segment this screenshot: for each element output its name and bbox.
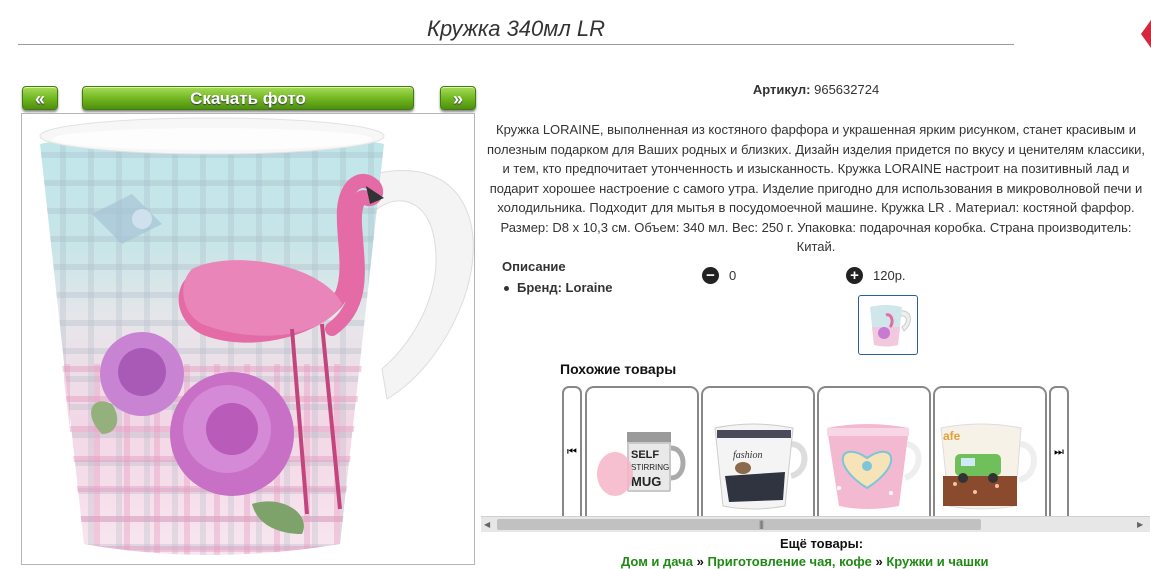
similar-item[interactable] bbox=[817, 386, 931, 516]
bullet-icon bbox=[504, 286, 509, 292]
svg-text:STIRRING: STIRRING bbox=[631, 463, 669, 472]
breadcrumb-mugs-cups[interactable]: Кружки и чашки bbox=[886, 554, 988, 569]
breadcrumb-separator: » bbox=[875, 554, 883, 569]
svg-text:SELF: SELF bbox=[631, 449, 659, 461]
next-photo-button[interactable]: » bbox=[440, 86, 476, 110]
specs-heading: Описание bbox=[502, 259, 566, 274]
grip-icon: ||| bbox=[759, 519, 764, 529]
product-description: Кружка LORAINE, выполненная из костяного… bbox=[486, 122, 1145, 254]
svg-text:fashion: fashion bbox=[733, 450, 762, 461]
heart-mug-image bbox=[827, 424, 922, 509]
download-photo-button[interactable]: Скачать фото bbox=[82, 86, 414, 110]
minus-value: 0 bbox=[729, 268, 737, 283]
corner-ribbon-icon[interactable] bbox=[1141, 20, 1151, 48]
plus-circle-icon[interactable]: + bbox=[846, 267, 863, 284]
svg-text:MUG: MUG bbox=[631, 474, 661, 489]
self-stirring-mug-image: SELF STIRRING MUG bbox=[597, 432, 686, 496]
skip-next-icon: ⏭ bbox=[1054, 445, 1064, 458]
page-title: Кружка 340мл LR bbox=[18, 14, 1014, 45]
similar-heading: Похожие товары bbox=[560, 361, 677, 377]
breadcrumb-tea-coffee[interactable]: Приготовление чая, кофе bbox=[707, 554, 871, 569]
horizontal-scrollbar[interactable]: ◀ ||| ▶ bbox=[481, 516, 1150, 532]
product-thumbnail[interactable] bbox=[858, 295, 918, 355]
scroll-right-icon[interactable]: ▶ bbox=[1137, 520, 1143, 529]
product-photo[interactable] bbox=[21, 113, 475, 565]
svg-text:afe: afe bbox=[943, 429, 961, 443]
fashion-mug-image: fashion bbox=[714, 423, 808, 510]
minus-counter: − 0 bbox=[702, 267, 736, 284]
retro-car-mug-image: afe bbox=[940, 423, 1037, 510]
sku-value: 965632724 bbox=[814, 82, 880, 97]
sku-line: Артикул: 965632724 bbox=[560, 82, 1072, 97]
similar-item[interactable]: afe bbox=[933, 386, 1047, 516]
breadcrumb-home-garden[interactable]: Дом и дача bbox=[621, 554, 693, 569]
similar-item[interactable]: fashion bbox=[701, 386, 815, 516]
scrollbar-thumb[interactable]: ||| bbox=[497, 519, 981, 530]
minus-circle-icon[interactable]: − bbox=[702, 267, 719, 284]
plus-counter: + 120р. bbox=[846, 267, 906, 284]
breadcrumb-separator: » bbox=[696, 554, 704, 569]
plus-value: 120р. bbox=[873, 268, 906, 283]
prev-photo-button[interactable]: « bbox=[22, 86, 58, 110]
more-products-heading: Ещё товары: bbox=[780, 536, 864, 551]
mug-thumbnail-image bbox=[870, 305, 911, 347]
skip-prev-icon: ⏮ bbox=[567, 445, 577, 458]
similar-item[interactable]: SELF STIRRING MUG bbox=[585, 386, 699, 516]
brand-spec: Бренд: Loraine bbox=[504, 280, 613, 295]
flamingo-rose-mug-photo bbox=[39, 117, 474, 555]
scroll-left-icon[interactable]: ◀ bbox=[484, 520, 490, 529]
carousel-prev-button[interactable]: ⏮ bbox=[562, 386, 582, 516]
carousel-next-button[interactable]: ⏭ bbox=[1049, 386, 1069, 516]
breadcrumb: Дом и дача » Приготовление чая, кофе » К… bbox=[621, 554, 988, 569]
brand-text: Бренд: Loraine bbox=[517, 280, 613, 295]
sku-label: Артикул: bbox=[752, 82, 811, 97]
